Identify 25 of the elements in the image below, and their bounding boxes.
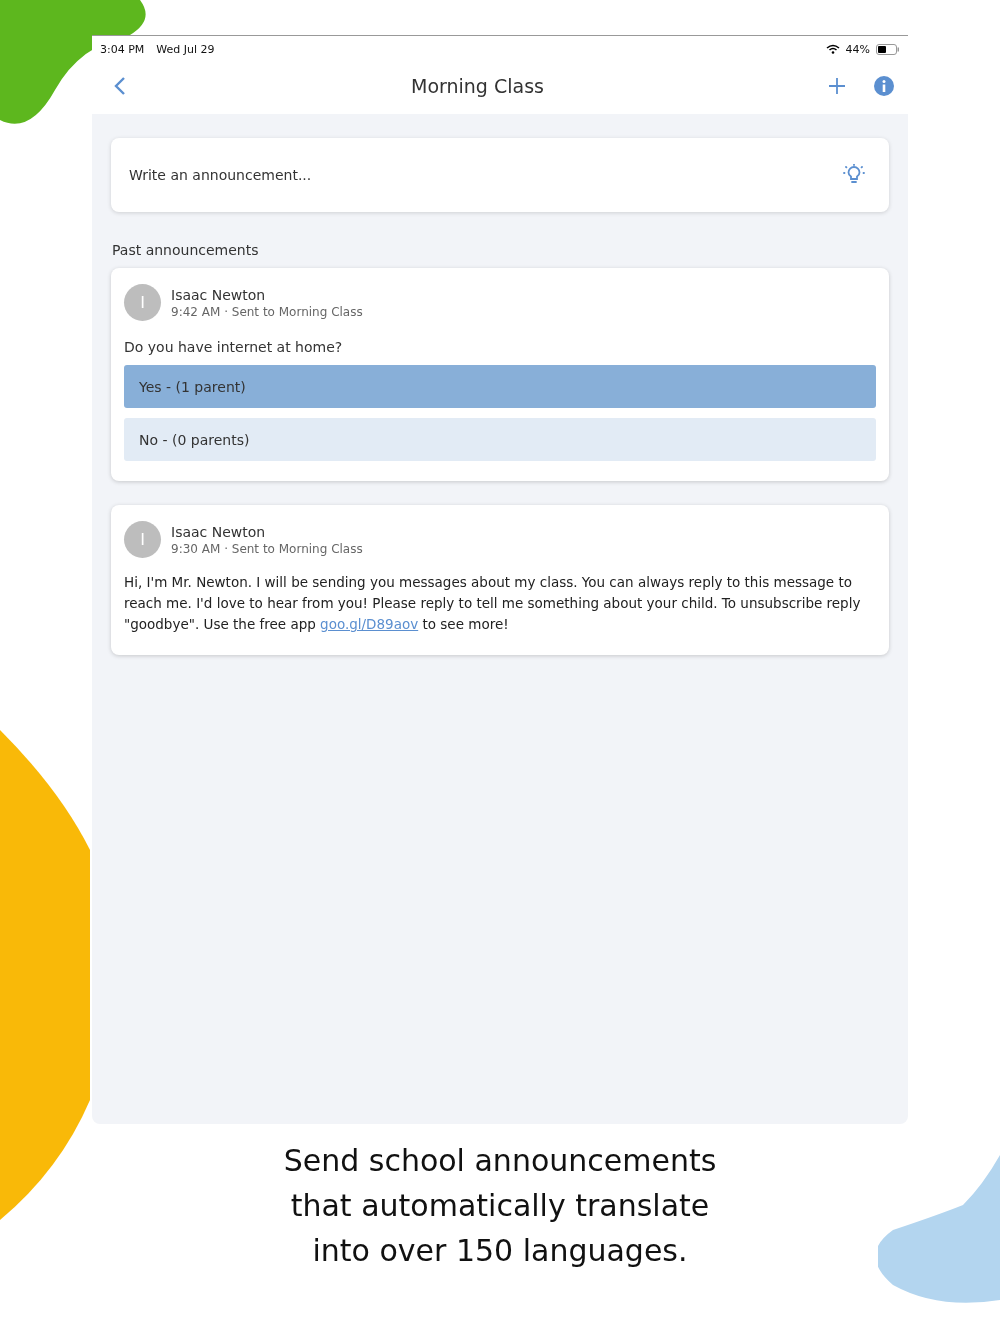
message-link[interactable]: goo.gl/D89aov	[320, 616, 419, 632]
poll-option[interactable]: No - (0 parents)	[124, 418, 876, 461]
battery-percent: 44%	[845, 42, 870, 56]
status-date: Wed Jul 29	[156, 42, 215, 56]
wifi-icon	[825, 44, 840, 54]
announcement-meta: 9:30 AM · Sent to Morning Class	[171, 541, 363, 556]
lightbulb-icon[interactable]	[843, 164, 865, 186]
avatar: I	[124, 521, 161, 558]
promo-caption: Send school announcements that automatically translate into over 150 languages.	[282, 1142, 718, 1270]
poll-question: Do you have internet at home?	[124, 339, 344, 355]
back-chevron-icon[interactable]	[114, 76, 126, 96]
info-icon[interactable]	[874, 76, 894, 96]
avatar: I	[124, 284, 161, 321]
author-name: Isaac Newton	[171, 523, 267, 540]
announcement-input-field[interactable]: Write an announcement...	[127, 154, 843, 196]
announcement-meta: 9:42 AM · Sent to Morning Class	[171, 304, 363, 319]
status-time: 3:04 PM	[100, 42, 145, 56]
battery-icon	[876, 43, 900, 55]
screen-title: Morning Class	[410, 75, 545, 97]
message-text: Hi, I'm Mr. Newton. I will be sending you messages about my class. You can always reply to this message to reach me. I'd love to hear from you! Please reply to tell me something about your child. To unsubscribe reply "goodbye". Use the free app goo.gl/D89aov to see more!	[124, 573, 862, 634]
add-icon[interactable]	[829, 78, 845, 94]
author-name: Isaac Newton	[171, 286, 267, 303]
section-heading: Past announcements	[112, 242, 260, 258]
announcement-composer-field[interactable]: Write an announcement...	[111, 138, 889, 212]
poll-option[interactable]: Yes - (1 parent)	[124, 365, 876, 408]
